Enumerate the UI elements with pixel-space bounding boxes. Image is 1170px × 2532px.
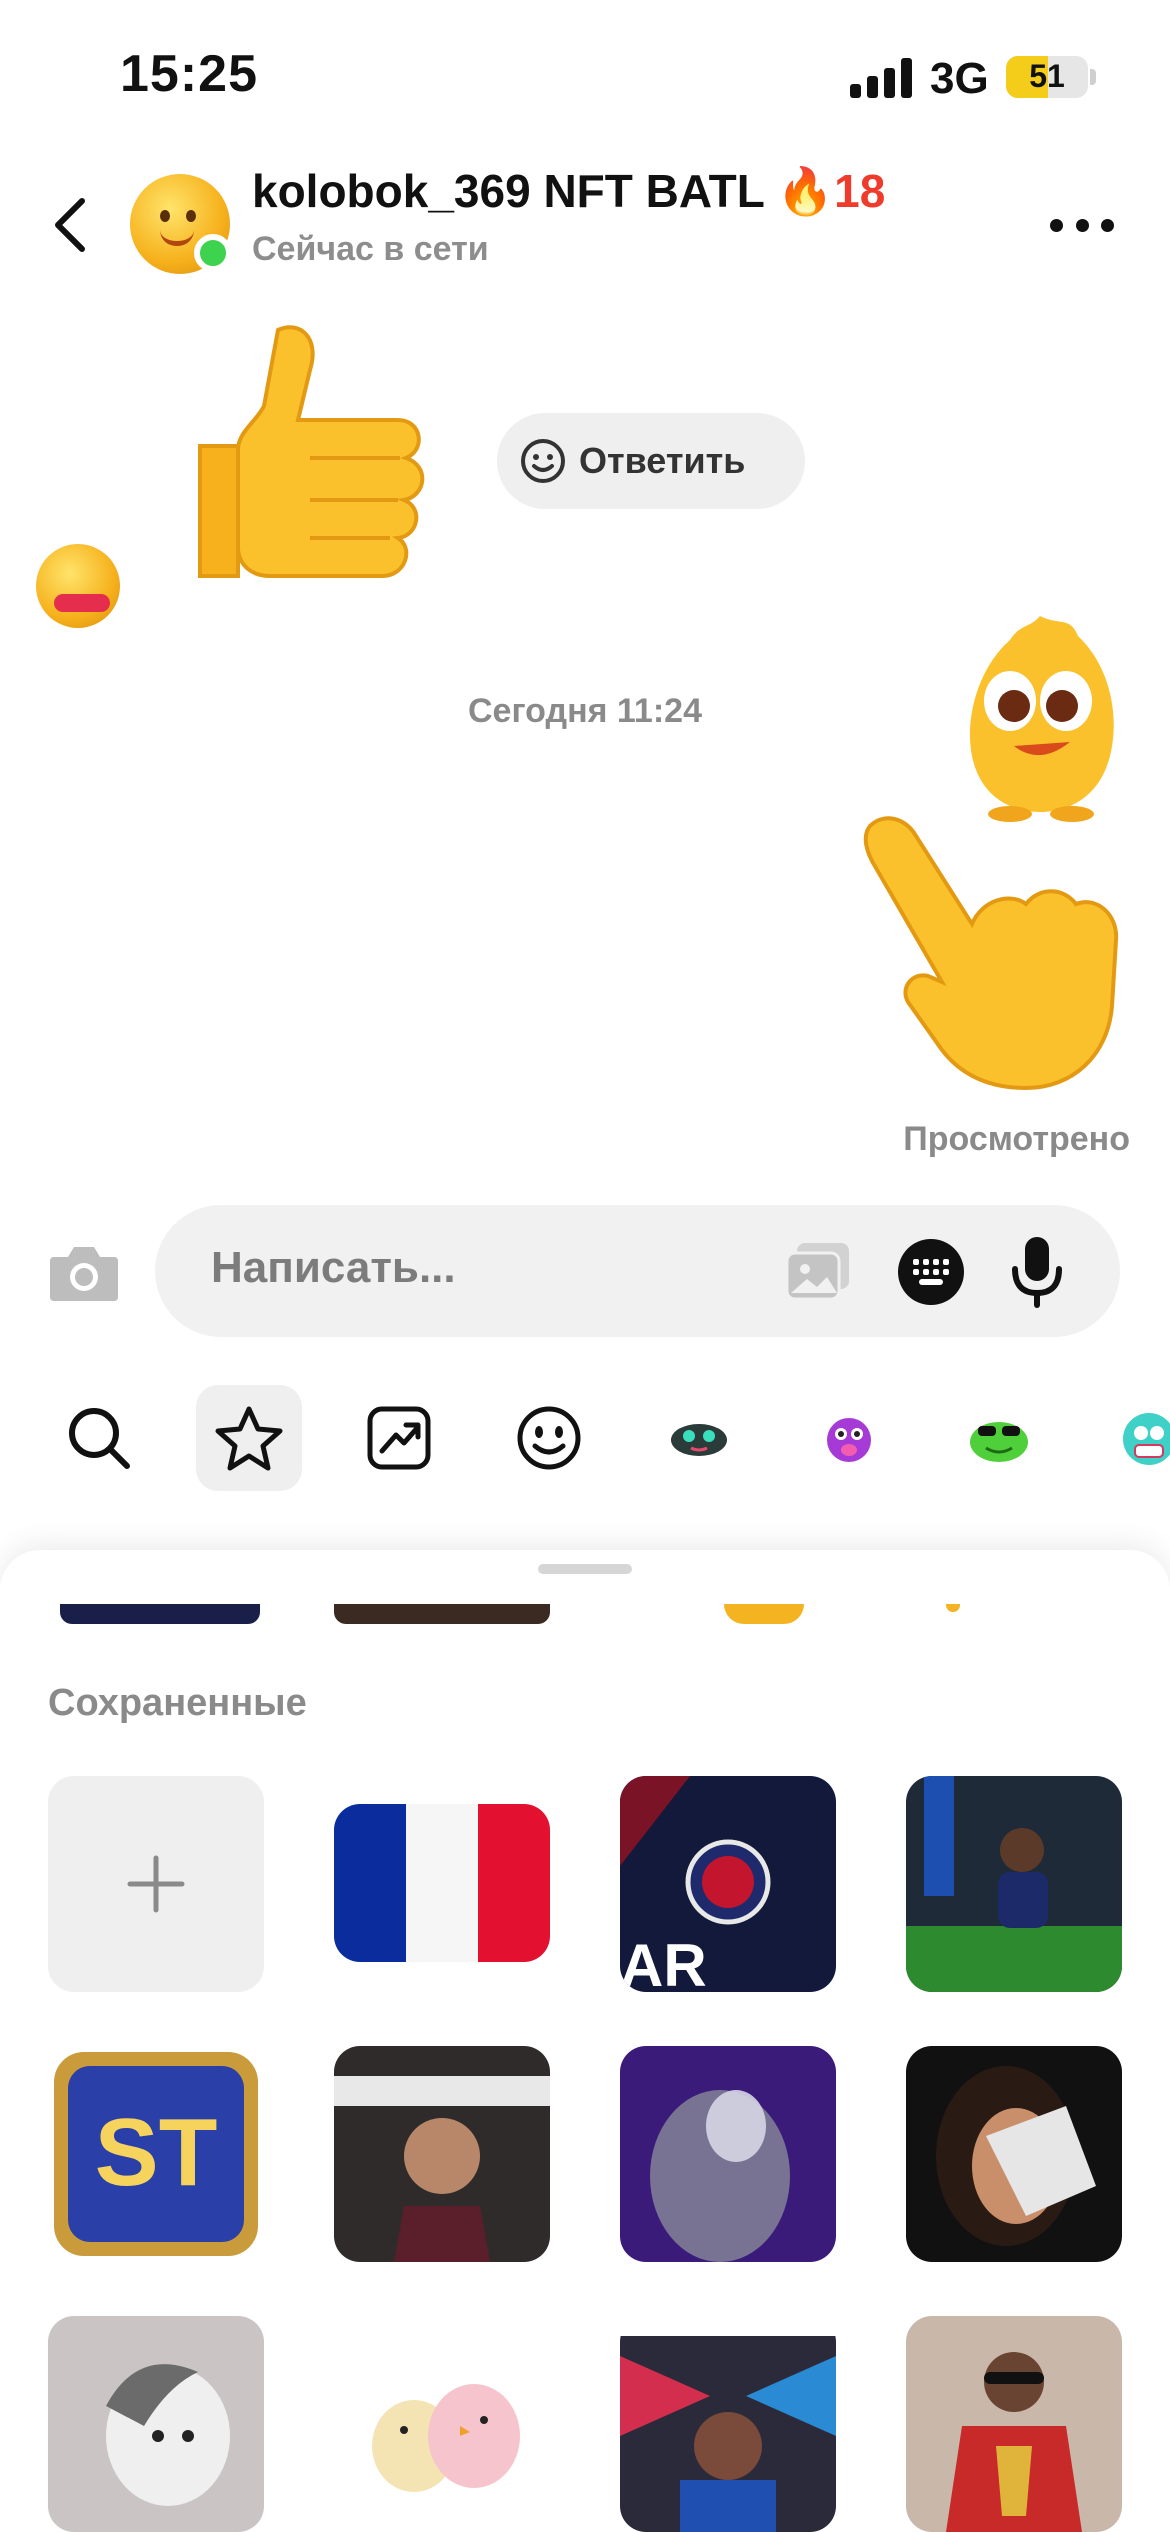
reply-button[interactable]: Ответить bbox=[497, 413, 805, 509]
smiley-icon bbox=[517, 1406, 581, 1470]
st-badge-sticker[interactable]: ST bbox=[48, 2046, 264, 2262]
keyboard-icon bbox=[913, 1259, 949, 1285]
back-button[interactable] bbox=[40, 190, 100, 260]
status-bar: 15:25 3G 51 bbox=[0, 0, 1170, 150]
glitter-face-image bbox=[906, 2046, 1122, 2262]
online-indicator bbox=[194, 234, 232, 272]
footballer-kneeling-sticker[interactable] bbox=[906, 1776, 1122, 1992]
contact-name-text: kolobok_369 NFT BATL bbox=[252, 165, 777, 217]
previous-row-peek bbox=[334, 1604, 550, 1624]
keyboard-button[interactable] bbox=[898, 1239, 964, 1305]
france-flag-sticker[interactable] bbox=[334, 1804, 550, 1962]
avatar-tag bbox=[54, 594, 110, 612]
footballer-portrait-sticker[interactable] bbox=[334, 2046, 550, 2262]
sender-avatar[interactable] bbox=[36, 544, 120, 628]
blurred-person-image bbox=[620, 2046, 836, 2262]
baby-character-sticker[interactable] bbox=[48, 2316, 264, 2532]
contact-avatar[interactable] bbox=[130, 174, 232, 274]
teal-monster-pack-icon bbox=[1123, 1413, 1170, 1465]
battery-tip bbox=[1090, 69, 1096, 85]
message-input[interactable]: Написать... bbox=[155, 1205, 1120, 1337]
camera-icon[interactable] bbox=[48, 1241, 120, 1303]
microphone-icon[interactable] bbox=[1007, 1235, 1067, 1309]
plus-icon bbox=[127, 1855, 185, 1913]
yellow-mascot-sticker[interactable] bbox=[950, 606, 1130, 826]
footballer-portrait-image bbox=[334, 2046, 550, 2262]
star-icon bbox=[215, 1406, 283, 1471]
chat-header: kolobok_369 NFT BATL 🔥18 Сейчас в сети bbox=[0, 160, 1170, 290]
previous-row-peek bbox=[60, 1604, 260, 1624]
sticker-category-tabs bbox=[0, 1385, 1170, 1500]
battery-icon: 51 bbox=[1006, 56, 1088, 98]
smiley-icon bbox=[521, 439, 565, 483]
chevron-left-icon bbox=[55, 198, 85, 252]
tab-trending[interactable] bbox=[346, 1385, 452, 1491]
chicks-image bbox=[334, 2316, 550, 2532]
status-time: 15:25 bbox=[120, 45, 258, 103]
reply-label: Ответить bbox=[579, 440, 746, 481]
previous-row-peek bbox=[724, 1604, 804, 1624]
pointing-hand-sticker[interactable] bbox=[850, 806, 1130, 1096]
seen-status: Просмотрено bbox=[903, 1120, 1130, 1158]
thumbs-up-sticker[interactable] bbox=[160, 310, 460, 610]
purple-monster-pack-icon bbox=[827, 1418, 871, 1462]
search-icon bbox=[69, 1408, 130, 1469]
message-input-placeholder: Написать... bbox=[211, 1243, 456, 1292]
frog-pack-icon bbox=[970, 1422, 1028, 1462]
previous-row-peek bbox=[946, 1604, 960, 1612]
add-sticker-button[interactable] bbox=[48, 1776, 264, 1992]
gallery-icon[interactable] bbox=[783, 1241, 853, 1303]
streak-fire-icon: 🔥 bbox=[776, 165, 835, 217]
message-composer: Написать... bbox=[0, 1205, 1170, 1345]
more-horizontal-icon bbox=[1050, 218, 1063, 232]
tab-pack-creature[interactable] bbox=[646, 1385, 752, 1491]
glitter-face-sticker[interactable] bbox=[906, 2046, 1122, 2262]
blurred-person-sticker[interactable] bbox=[620, 2046, 836, 2262]
tab-search[interactable] bbox=[46, 1385, 152, 1491]
contact-name[interactable]: kolobok_369 NFT BATL 🔥18 bbox=[252, 164, 885, 219]
trending-icon bbox=[367, 1406, 431, 1470]
tab-emoji[interactable] bbox=[496, 1385, 602, 1491]
saved-section-title: Сохраненные bbox=[48, 1682, 307, 1724]
streak-count: 18 bbox=[834, 165, 886, 217]
trophy-player-sticker[interactable] bbox=[906, 2316, 1122, 2532]
psg-jersey-image: AR bbox=[620, 1776, 836, 1992]
footballer-kneeling-image bbox=[906, 1776, 1122, 1992]
psg-jersey-sticker[interactable]: AR bbox=[620, 1776, 836, 1992]
st-badge-text: ST bbox=[94, 2099, 218, 2206]
online-status: Сейчас в сети bbox=[252, 230, 489, 268]
trophy-player-image bbox=[906, 2316, 1122, 2532]
chicks-sticker[interactable] bbox=[334, 2316, 550, 2532]
tab-pack-purple[interactable] bbox=[796, 1385, 902, 1491]
sheet-grabber[interactable] bbox=[538, 1564, 632, 1574]
more-options-button[interactable] bbox=[1050, 212, 1114, 238]
tab-favorites[interactable] bbox=[196, 1385, 302, 1491]
tab-pack-teal[interactable] bbox=[1096, 1385, 1170, 1491]
france-flag-image bbox=[334, 1804, 550, 1962]
creature-pack-icon bbox=[671, 1424, 727, 1456]
svg-text:AR: AR bbox=[620, 1932, 707, 1992]
battery-level: 51 bbox=[1029, 58, 1065, 94]
baby-character-image bbox=[48, 2316, 264, 2532]
painted-face-sticker[interactable] bbox=[620, 2316, 836, 2532]
sticker-sheet: Сохраненные AR ST bbox=[0, 1550, 1170, 2532]
tab-pack-frog[interactable] bbox=[946, 1385, 1052, 1491]
signal-icon bbox=[850, 58, 912, 98]
painted-face-image bbox=[620, 2316, 836, 2532]
network-type: 3G bbox=[930, 54, 989, 103]
